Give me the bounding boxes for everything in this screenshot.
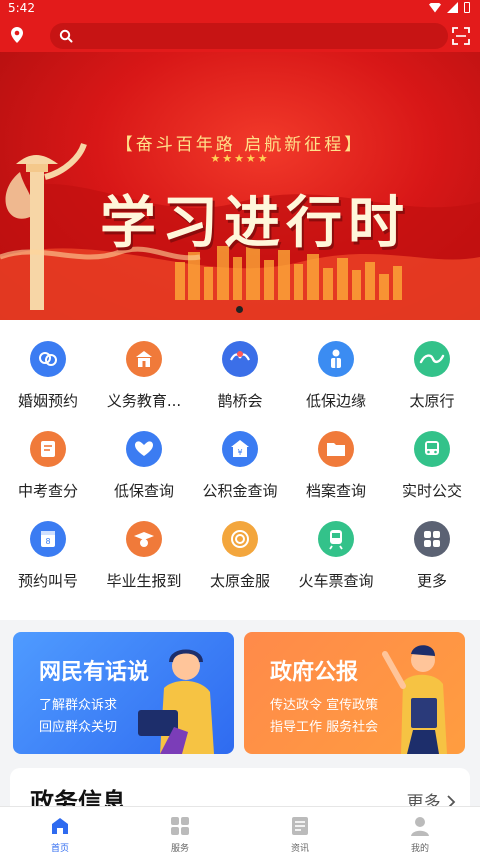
search-input[interactable] [50,23,448,49]
service-label: 中考查分 [17,482,78,500]
card-subtitle: 回应群众关切 [39,720,118,735]
tab-label: 首页 [50,844,69,854]
tab-label: 服务 [170,844,189,854]
tab-home[interactable]: 首页 [0,807,120,854]
banner-title: 学习进行时 [100,190,410,256]
app-screen: 5:42 【奋斗百年路 启航新征程】 ★★★★★ 学习进行时 婚姻预约 义务教育… [0,0,480,854]
service-subsistence-query[interactable]: 低保查询 [96,410,192,500]
fund-icon: ¥ [222,431,258,467]
status-time: 5:42 [8,1,35,15]
battery-icon [464,2,470,13]
services-icon [171,817,189,835]
marriage-icon [30,341,66,377]
header: 5:42 【奋斗百年路 启航新征程】 ★★★★★ 学习进行时 [0,0,480,320]
location-pin-icon[interactable] [11,27,23,43]
service-label: 义务教育... [106,392,182,410]
home-icon [52,818,68,834]
status-bar: 5:42 [0,0,480,18]
service-label: 毕业生报到 [106,572,182,590]
person-icon [318,341,354,377]
service-archive-query[interactable]: 档案查询 [288,410,384,500]
announcer-person-illustration [382,645,447,754]
service-taiyuan-finance[interactable]: 太原金服 [192,500,288,590]
service-label: 低保查询 [113,482,174,500]
train-icon [318,521,354,557]
tab-services[interactable]: 服务 [120,807,240,854]
service-more[interactable]: 更多 [384,500,480,590]
card-subtitle: 指导工作 服务社会 [270,720,379,735]
banner-carousel[interactable]: 【奋斗百年路 启航新征程】 ★★★★★ 学习进行时 [0,52,480,320]
service-label: 太原行 [409,392,455,410]
service-label: 火车票查询 [298,572,374,590]
service-train-ticket[interactable]: 火车票查询 [288,500,384,590]
service-label: 太原金服 [209,572,270,590]
graduate-icon [126,521,162,557]
search-icon [59,29,73,43]
service-label: 实时公交 [401,482,462,500]
news-icon [292,817,308,835]
svg-text:8: 8 [45,537,50,546]
service-label: 更多 [416,572,447,590]
exam-icon [30,431,66,467]
feature-cards: 网民有话说 了解群众诉求 回应群众关切 政府公报 传达政令 宣传政策 指导工作 … [0,620,480,765]
service-marriage[interactable]: 婚姻预约 [0,320,96,410]
signal-icon [447,2,458,13]
coin-icon [222,521,258,557]
bottom-tab-bar: 首页 服务 资讯 我的 [0,806,480,854]
headset-person-illustration [138,649,214,754]
service-exam-score[interactable]: 中考查分 [0,410,96,500]
service-realtime-bus[interactable]: 实时公交 [384,410,480,500]
service-label: 公积金查询 [202,482,278,500]
service-compulsory-education[interactable]: 义务教育... [96,320,192,410]
card-title: 政府公报 [270,660,359,685]
service-label: 预约叫号 [17,572,78,590]
service-magpie-bridge[interactable]: 鹊桥会 [192,320,288,410]
card-subtitle: 传达政令 宣传政策 [270,698,379,713]
folder-icon [318,431,354,467]
search-row [0,20,480,52]
heart-hand-icon [126,431,162,467]
profile-icon [411,817,429,836]
bus-icon [414,431,450,467]
service-provident-fund[interactable]: ¥ 公积金查询 [192,410,288,500]
school-icon [126,341,162,377]
magpie-bridge-icon [222,341,258,377]
banner-stars: ★★★★★ [210,152,270,165]
tab-news[interactable]: 资讯 [240,807,360,854]
government-gazette-card[interactable]: 政府公报 传达政令 宣传政策 指导工作 服务社会 [244,632,465,754]
service-label: 婚姻预约 [17,392,78,410]
tab-profile[interactable]: 我的 [360,807,480,854]
tab-label: 我的 [410,844,429,854]
svg-text:¥: ¥ [237,448,242,457]
card-subtitle: 了解群众诉求 [39,698,118,713]
tab-label: 资讯 [290,844,309,854]
service-subsistence-edge[interactable]: 低保边缘 [288,320,384,410]
scan-icon[interactable] [452,27,470,45]
card-title: 网民有话说 [39,660,150,685]
carousel-indicator [236,306,243,313]
service-taiyuan-go[interactable]: 太原行 [384,320,480,410]
service-queue-booking[interactable]: 8 预约叫号 [0,500,96,590]
service-grid: 婚姻预约 义务教育... 鹊桥会 低保边缘 太原行 中考查分 低保查询 ¥ 公积… [0,320,480,620]
netizen-voice-card[interactable]: 网民有话说 了解群众诉求 回应群众关切 [13,632,234,754]
service-graduate-report[interactable]: 毕业生报到 [96,500,192,590]
wifi-icon [429,2,441,13]
service-label: 低保边缘 [305,392,366,410]
grid-more-icon [414,521,450,557]
queue-ticket-icon: 8 [30,521,66,557]
taiyuan-go-icon [414,341,450,377]
service-label: 档案查询 [305,482,366,500]
service-label: 鹊桥会 [217,392,263,410]
